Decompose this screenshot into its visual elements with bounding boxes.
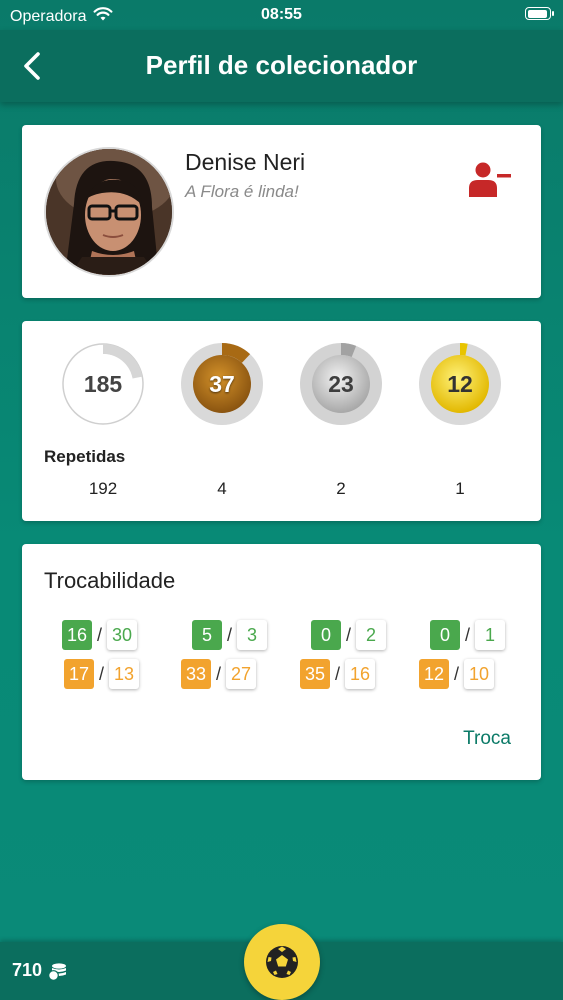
trade-green-pair: 16 / 30 [62, 620, 138, 650]
coins-value: 710 [12, 960, 43, 980]
repetidas-gold: 1 [455, 479, 465, 498]
clock: 08:55 [261, 6, 302, 23]
trade-orange-need: 16 [345, 659, 376, 689]
trade-orange-pair: 12 / 10 [419, 659, 495, 689]
ring-bronze-value: 37 [209, 371, 235, 397]
trade-green-need: 3 [237, 620, 268, 650]
ring-total: 185 [62, 343, 144, 425]
trade-green-need: 1 [475, 620, 506, 650]
trade-orange-pair: 17 / 13 [64, 659, 140, 689]
ring-silver-value: 23 [328, 371, 354, 397]
ring-total-value: 185 [83, 371, 123, 397]
soccer-ball-icon [266, 946, 298, 978]
repetidas-bronze: 4 [217, 479, 227, 498]
trade-green-pair: 0 / 1 [430, 620, 506, 650]
trade-orange-have: 35 [300, 659, 330, 689]
trade-green-have: 0 [430, 620, 460, 650]
separator: / [227, 624, 233, 645]
trade-green-have: 16 [62, 620, 92, 650]
separator: / [99, 663, 105, 684]
trade-orange-need: 13 [109, 659, 140, 689]
trade-orange-need: 27 [226, 659, 257, 689]
ring-gold-value: 12 [447, 371, 473, 397]
status-bar: Operadora 08:55 [0, 0, 563, 30]
separator: / [216, 663, 222, 684]
ring-gold: 12 [419, 343, 501, 425]
coins-icon [48, 962, 67, 981]
trade-green-have: 0 [311, 620, 341, 650]
ring-silver: 23 [300, 343, 382, 425]
troca-link[interactable]: Troca [463, 728, 511, 750]
profile-card: Denise Neri A Flora é linda! [22, 125, 541, 298]
trade-orange-pair: 35 / 16 [300, 659, 376, 689]
nav-bar: Perfil de colecionador [0, 30, 563, 102]
separator: / [335, 663, 341, 684]
separator: / [454, 663, 460, 684]
trade-orange-have: 17 [64, 659, 94, 689]
trocabilidade-title: Trocabilidade [44, 568, 176, 593]
separator: / [346, 624, 352, 645]
trade-orange-need: 10 [464, 659, 495, 689]
separator: / [97, 624, 103, 645]
avatar-photo [46, 149, 172, 275]
trade-green-pair: 5 / 3 [192, 620, 268, 650]
page-title: Perfil de colecionador [145, 50, 418, 80]
trade-green-have: 5 [192, 620, 222, 650]
repetidas-label: Repetidas [44, 447, 126, 466]
trade-green-need: 2 [356, 620, 387, 650]
trocabilidade-card: Trocabilidade 16 / 30 17 / 13 5 / 3 33 /… [22, 544, 541, 780]
trade-orange-have: 33 [181, 659, 211, 689]
repetidas-total: 192 [88, 479, 118, 498]
user-minus-icon [469, 162, 511, 197]
trade-green-pair: 0 / 2 [311, 620, 387, 650]
remove-friend-button[interactable] [469, 161, 513, 197]
album-fab-button[interactable] [244, 924, 320, 1000]
trade-orange-pair: 33 / 27 [181, 659, 257, 689]
battery-icon [525, 7, 554, 20]
collector-name: Denise Neri [185, 149, 306, 175]
ring-bronze: 37 [181, 343, 263, 425]
avatar [44, 147, 174, 277]
collector-motto: A Flora é linda! [185, 182, 299, 201]
trade-orange-have: 12 [419, 659, 449, 689]
separator: / [465, 624, 471, 645]
stats-card: 185 37 23 12 Repetidas 192 4 2 1 [22, 321, 541, 521]
coins-balance[interactable]: 710 [12, 960, 68, 981]
repetidas-silver: 2 [336, 479, 346, 498]
trade-green-need: 30 [107, 620, 138, 650]
